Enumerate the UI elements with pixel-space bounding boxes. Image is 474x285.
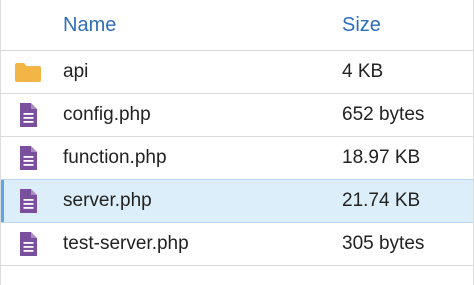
file-name: server.php xyxy=(63,190,152,211)
size-column-header[interactable]: Size xyxy=(342,13,381,37)
file-size: 18.97 KB xyxy=(342,147,421,168)
file-size: 21.74 KB xyxy=(342,190,421,211)
file-size: 4 KB xyxy=(342,61,384,82)
folder-icon xyxy=(14,60,42,84)
document-icon xyxy=(14,189,42,213)
file-name: config.php xyxy=(63,104,151,125)
name-column-header[interactable]: Name xyxy=(63,13,116,37)
document-icon xyxy=(14,232,42,256)
table-row[interactable]: server.php 21.74 KB xyxy=(1,179,473,223)
file-name: function.php xyxy=(63,147,167,168)
file-name: test-server.php xyxy=(63,233,189,254)
file-size: 652 bytes xyxy=(342,104,425,125)
file-table: Name Size api 4 KB config.php 652 bytes … xyxy=(0,0,474,285)
table-header: Name Size xyxy=(1,0,473,51)
table-row[interactable]: test-server.php 305 bytes xyxy=(1,223,473,266)
table-row[interactable]: api 4 KB xyxy=(1,51,473,94)
document-icon xyxy=(14,146,42,170)
table-row[interactable]: function.php 18.97 KB xyxy=(1,137,473,180)
file-size: 305 bytes xyxy=(342,233,425,254)
file-list: api 4 KB config.php 652 bytes function.p… xyxy=(1,51,473,266)
document-icon xyxy=(14,103,42,127)
file-name: api xyxy=(63,61,89,82)
table-row[interactable]: config.php 652 bytes xyxy=(1,94,473,137)
